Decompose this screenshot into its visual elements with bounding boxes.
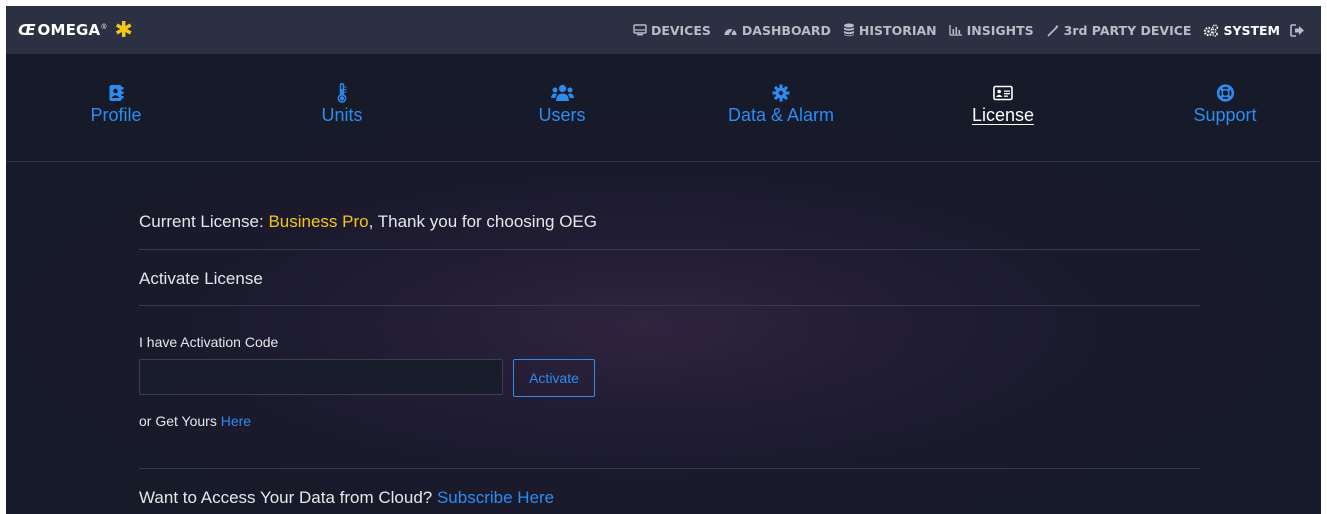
cloud-access-text: Want to Access Your Data from Cloud? Sub… bbox=[139, 488, 554, 508]
current-license-suffix: , Thank you for choosing OEG bbox=[368, 212, 597, 231]
divider bbox=[139, 468, 1200, 469]
topnav-insights[interactable]: INSIGHTS bbox=[948, 22, 1034, 38]
get-yours-link[interactable]: Here bbox=[221, 413, 251, 429]
subscribe-link[interactable]: Subscribe Here bbox=[437, 488, 554, 507]
topnav-system[interactable]: SYSTEM bbox=[1203, 23, 1280, 38]
omega-logo[interactable]: Œ OMEGA ® ✱ bbox=[18, 18, 133, 42]
subnav-users-label: Users bbox=[538, 105, 586, 125]
database-icon bbox=[843, 23, 854, 37]
app-frame: Œ OMEGA ® ✱ DEVICES DASHBOARD HISTORIAN … bbox=[6, 6, 1321, 514]
gauge-icon bbox=[724, 28, 737, 35]
topnav-historian-label: HISTORIAN bbox=[858, 22, 937, 38]
sign-out-icon bbox=[1290, 23, 1304, 37]
subnav-data-alarm[interactable]: Data & Alarm bbox=[728, 82, 834, 126]
topnav-insights-label: INSIGHTS bbox=[966, 22, 1034, 38]
topnav-devices[interactable]: DEVICES bbox=[633, 23, 711, 38]
license-plan: Business Pro bbox=[268, 212, 369, 231]
subnav-users[interactable]: Users bbox=[538, 82, 586, 126]
bar-chart-icon bbox=[948, 25, 962, 36]
id-card-icon bbox=[993, 82, 1013, 104]
topnav-3rd-party-device[interactable]: 3rd PARTY DEVICE bbox=[1046, 22, 1192, 38]
activate-button[interactable]: Activate bbox=[513, 359, 595, 397]
thermometer-icon bbox=[336, 82, 348, 104]
logo-text: OMEGA bbox=[37, 21, 101, 39]
monitor-icon bbox=[633, 24, 647, 36]
subnav-units-label: Units bbox=[321, 105, 363, 125]
topnav-devices-label: DEVICES bbox=[650, 22, 711, 38]
logo-mark: Œ bbox=[18, 21, 35, 39]
users-icon bbox=[550, 82, 574, 104]
logo-trademark: ® bbox=[101, 23, 107, 31]
logout-button[interactable] bbox=[1290, 23, 1309, 37]
divider bbox=[139, 249, 1200, 250]
current-license: Current License: Business Pro, Thank you… bbox=[139, 212, 597, 232]
topnav-system-label: SYSTEM bbox=[1223, 22, 1280, 38]
topnav-3rd-party-device-label: 3rd PARTY DEVICE bbox=[1063, 22, 1192, 38]
subnav-license[interactable]: License bbox=[972, 82, 1034, 126]
cloud-access-prefix: Want to Access Your Data from Cloud? bbox=[139, 488, 437, 507]
top-bar: Œ OMEGA ® ✱ DEVICES DASHBOARD HISTORIAN … bbox=[6, 6, 1321, 54]
subnav-support[interactable]: Support bbox=[1193, 82, 1257, 126]
system-subnav: Profile Units Users Data & Alarm License bbox=[6, 54, 1321, 162]
star-icon: ✱ bbox=[114, 17, 133, 42]
gear-icon bbox=[772, 82, 790, 104]
subnav-units[interactable]: Units bbox=[321, 82, 363, 126]
magic-wand-icon bbox=[1047, 24, 1059, 37]
activation-code-label: I have Activation Code bbox=[139, 334, 279, 350]
subnav-license-label: License bbox=[971, 105, 1035, 125]
subnav-data-alarm-label: Data & Alarm bbox=[727, 105, 835, 125]
cogs-icon bbox=[1204, 23, 1219, 37]
topnav-dashboard[interactable]: DASHBOARD bbox=[723, 23, 831, 38]
life-ring-icon bbox=[1216, 82, 1234, 104]
subnav-profile-label: Profile bbox=[90, 105, 142, 125]
activate-license-heading: Activate License bbox=[139, 269, 263, 288]
get-yours-text: or Get Yours Here bbox=[139, 413, 251, 429]
subnav-profile[interactable]: Profile bbox=[90, 82, 142, 126]
divider bbox=[139, 305, 1200, 306]
address-book-icon bbox=[108, 82, 124, 104]
current-license-prefix: Current License: bbox=[139, 212, 269, 231]
subnav-support-label: Support bbox=[1193, 105, 1257, 125]
top-nav: DEVICES DASHBOARD HISTORIAN INSIGHTS 3rd… bbox=[621, 6, 1309, 54]
get-yours-prefix: or Get Yours bbox=[139, 413, 221, 429]
topnav-historian[interactable]: HISTORIAN bbox=[843, 23, 937, 38]
activation-code-input[interactable] bbox=[139, 359, 503, 395]
topnav-dashboard-label: DASHBOARD bbox=[741, 22, 831, 38]
